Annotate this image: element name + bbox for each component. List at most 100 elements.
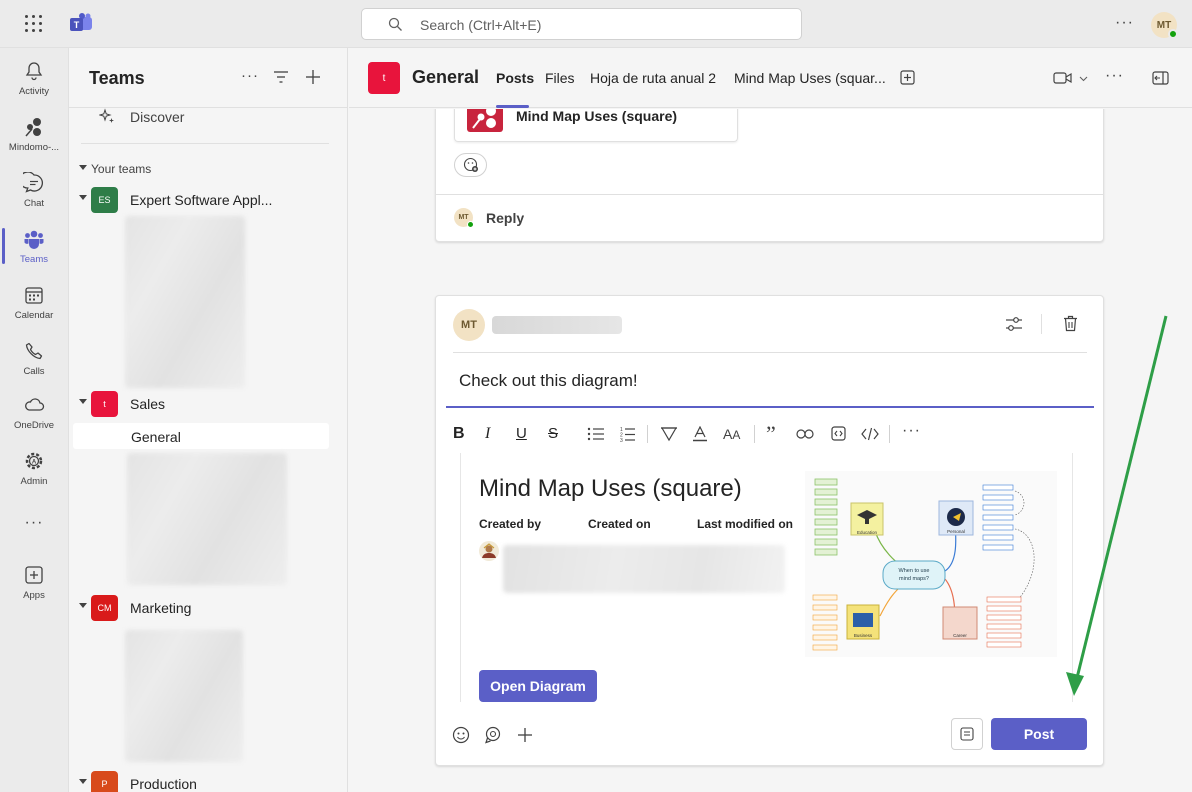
reply-avatar: MT (454, 208, 474, 228)
rail-label: Admin (20, 476, 48, 487)
your-teams-header[interactable]: Your teams (69, 160, 348, 180)
attachment-card[interactable]: Mind Map Uses (square) (454, 109, 738, 142)
open-side-panel-icon[interactable] (1152, 71, 1169, 85)
attachment-title: Mind Map Uses (square) (516, 109, 678, 124)
pane-title: Teams (89, 68, 145, 88)
phone-icon (25, 342, 43, 360)
chevron-down-icon[interactable] (1079, 76, 1088, 82)
redacted-channels (127, 453, 287, 585)
team-production[interactable]: P Production (69, 769, 348, 792)
open-diagram-button[interactable]: Open Diagram (479, 670, 597, 702)
link-icon[interactable] (796, 429, 814, 439)
mindomo-app-icon (467, 109, 503, 132)
rail-onedrive[interactable]: OneDrive (0, 386, 68, 436)
format-options-icon[interactable] (1005, 316, 1023, 332)
team-expert-software[interactable]: ES Expert Software Appl... (69, 185, 348, 215)
rail-chat[interactable]: Chat (0, 164, 68, 214)
rail-calendar[interactable]: Calendar (0, 276, 68, 326)
rail-apps[interactable]: Apps (0, 556, 68, 606)
rail-label: OneDrive (13, 420, 55, 431)
discover-item[interactable]: Discover (69, 108, 348, 144)
search-input[interactable]: Search (Ctrl+Alt+E) (361, 8, 802, 40)
channel-avatar: t (368, 62, 400, 94)
quote-icon[interactable]: ” (766, 421, 776, 447)
tab-mind-map[interactable]: Mind Map Uses (squar... (734, 70, 886, 86)
chat-icon (23, 172, 43, 193)
reply-row[interactable]: MT Reply (436, 195, 1103, 241)
channel-title: General (412, 67, 480, 87)
title-bar: T Search (Ctrl+Alt+E) ··· MT (0, 0, 1192, 48)
italic-icon[interactable]: I (485, 425, 490, 443)
rail-calls[interactable]: Calls (0, 332, 68, 382)
add-icon[interactable] (305, 69, 321, 85)
app-launcher-icon[interactable] (25, 15, 43, 33)
more-options-icon[interactable]: ··· (241, 67, 259, 84)
rail-activity[interactable]: Activity (0, 52, 68, 102)
redacted-author-name (492, 316, 622, 334)
emoji-icon[interactable] (452, 726, 470, 744)
add-tab-icon[interactable] (900, 70, 915, 85)
rail-teams[interactable]: Teams (0, 220, 68, 270)
loop-component-icon[interactable] (484, 726, 502, 744)
add-attachment-icon[interactable] (516, 726, 534, 744)
more-options-icon[interactable]: ··· (1115, 14, 1134, 32)
schedule-message-button[interactable] (951, 718, 983, 750)
numbered-list-icon[interactable]: 123 (620, 426, 636, 442)
code-snippet-icon[interactable] (831, 426, 846, 441)
video-call-icon[interactable] (1053, 71, 1073, 85)
underline-icon[interactable]: U (516, 425, 527, 442)
bold-icon[interactable]: B (453, 425, 465, 443)
post-button[interactable]: Post (991, 718, 1087, 750)
more-options-icon[interactable]: ··· (1105, 67, 1124, 85)
rail-mindomo[interactable]: Mindomo-... (0, 108, 68, 158)
font-size-icon[interactable]: AA (723, 426, 740, 442)
team-avatar: ES (91, 187, 118, 213)
rail-admin[interactable]: A Admin (0, 442, 68, 492)
redacted-channels (125, 630, 243, 762)
more-formatting-icon[interactable]: ··· (902, 422, 921, 440)
rail-label: Chat (23, 198, 45, 209)
font-color-icon[interactable] (692, 426, 708, 442)
presence-available-icon (467, 221, 474, 228)
tab-roadmap[interactable]: Hoja de ruta anual 2 (590, 70, 716, 86)
redacted-channels (125, 216, 245, 388)
created-by-label: Created by (479, 517, 542, 531)
mindmap-node-career: Career (953, 633, 967, 638)
team-marketing[interactable]: CM Marketing (69, 593, 348, 623)
filter-icon[interactable] (273, 70, 289, 84)
rail-more[interactable]: ··· (0, 508, 68, 538)
emoji-add-icon (463, 157, 478, 172)
tab-files[interactable]: Files (545, 70, 575, 86)
annotation-arrow (1066, 315, 1168, 696)
team-avatar: t (91, 391, 118, 417)
active-tab-indicator (496, 105, 529, 108)
message-input[interactable]: Check out this diagram! (446, 354, 1094, 408)
author-initials: MT (461, 319, 477, 331)
svg-text:3: 3 (620, 438, 623, 442)
last-modified-label: Last modified on (697, 517, 793, 531)
mind-map-thumbnail: Education Personal When to use mind maps… (805, 471, 1057, 657)
teams-pane-header: Teams ··· (69, 48, 348, 108)
svg-text:mind maps?: mind maps? (899, 576, 929, 582)
rail-label: Mindomo-... (8, 142, 60, 153)
svg-text:When to use: When to use (899, 568, 930, 574)
team-sales[interactable]: t Sales (69, 389, 348, 419)
teams-logo-icon: T (70, 13, 92, 31)
divider (647, 425, 648, 443)
team-name: Expert Software Appl... (130, 192, 273, 208)
code-icon[interactable] (861, 427, 879, 441)
channel-general[interactable]: General (73, 423, 329, 449)
created-on-label: Created on (588, 517, 651, 531)
note-icon (960, 727, 974, 741)
chevron-down-icon (79, 603, 87, 608)
tab-posts[interactable]: Posts (496, 70, 534, 86)
bell-icon (25, 62, 43, 81)
mindmap-node-personal: Personal (947, 529, 965, 534)
strikethrough-icon[interactable]: S (548, 425, 558, 442)
diagram-title: Mind Map Uses (square) (479, 475, 742, 502)
bullet-list-icon[interactable] (587, 427, 605, 441)
team-avatar: CM (91, 595, 118, 621)
add-reaction-button[interactable] (454, 153, 487, 177)
user-avatar[interactable]: MT (1151, 12, 1178, 39)
highlight-icon[interactable] (660, 426, 678, 442)
